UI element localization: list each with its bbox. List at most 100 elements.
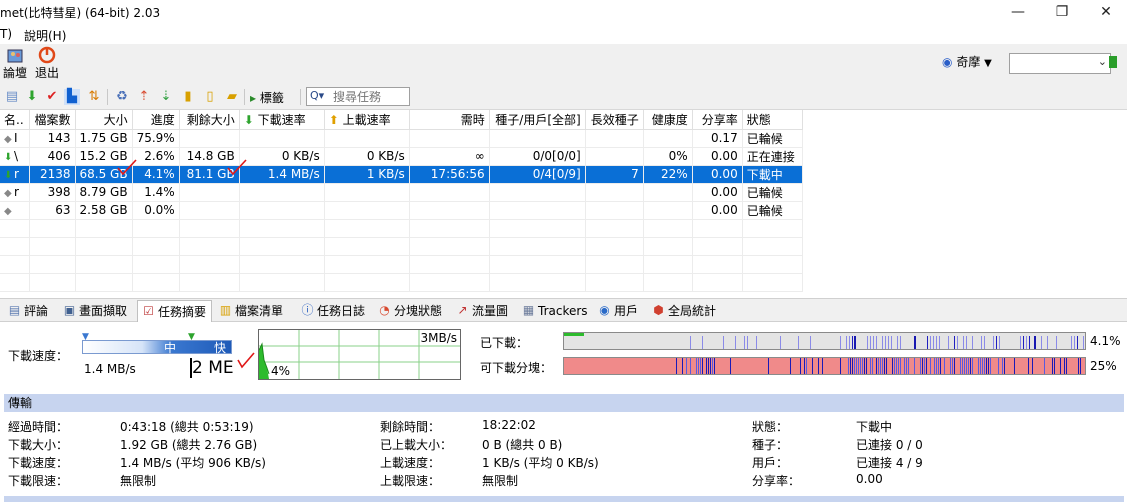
piece-stripe xyxy=(810,336,811,349)
col-status[interactable]: 狀態 xyxy=(742,110,803,130)
cell-down-rate: 0 KB/s xyxy=(239,147,325,166)
piece-stripe xyxy=(852,336,853,349)
bar-view-icon[interactable]: ▙ xyxy=(64,89,80,105)
piece-stripe xyxy=(984,336,985,349)
download-icon[interactable]: ⬇ xyxy=(24,89,40,105)
tab-info[interactable]: ⓘ 任務日誌 xyxy=(297,300,371,322)
tab-file-list[interactable]: ▥ 檔案清單 xyxy=(215,300,294,322)
piece-stripe xyxy=(702,336,703,349)
piece-stripe xyxy=(999,336,1000,349)
menu-help[interactable]: 說明(H) xyxy=(24,27,66,44)
exit-button[interactable]: 退出 xyxy=(32,46,62,81)
piece-stripe xyxy=(939,336,940,349)
speed-slider[interactable]: ▼ ▼ 中 快 xyxy=(82,332,232,356)
col-ratio[interactable]: 分享率 xyxy=(692,110,743,130)
piece-stripe xyxy=(882,358,883,374)
tags-button[interactable]: ▸ 標籤 xyxy=(250,89,284,106)
available-bar xyxy=(563,357,1086,375)
piece-stripe xyxy=(866,358,867,374)
portal-button[interactable]: ◉ 奇摩 ▼ xyxy=(942,53,992,70)
cell-eta xyxy=(409,183,490,202)
menu-tools[interactable]: T) xyxy=(0,27,12,41)
sort-icon[interactable]: ⇅ xyxy=(86,89,102,105)
piece-stripe xyxy=(948,336,949,349)
col-size[interactable]: 大小 xyxy=(75,110,133,130)
maximize-button[interactable]: ❐ xyxy=(1039,0,1085,24)
col-eta[interactable]: 需時 xyxy=(409,110,490,130)
slider-thumb-icon[interactable]: ▼ xyxy=(188,332,195,342)
piece-stripe xyxy=(880,358,881,374)
file-open-icon[interactable]: ▯ xyxy=(202,89,218,105)
tab-label: 全局統計 xyxy=(668,304,717,318)
task-search[interactable]: Q▾ xyxy=(306,87,410,106)
up-arrow-icon: ⬆ xyxy=(328,112,339,127)
piece-stripe xyxy=(676,358,677,374)
task-search-input[interactable] xyxy=(333,89,409,104)
new-task-icon[interactable]: ▤ xyxy=(4,89,20,105)
table-row[interactable]: ◆ I 143 1.75 GB 75.9% 0.17 已輪候 xyxy=(0,129,803,148)
piece-stripe xyxy=(884,358,885,374)
piece-stripe xyxy=(962,358,963,374)
cell-remaining xyxy=(179,201,240,220)
go-button[interactable] xyxy=(1109,56,1117,68)
piece-stripe xyxy=(1014,358,1015,374)
col-name[interactable]: 名.. xyxy=(0,110,30,130)
piece-stripe xyxy=(998,358,999,374)
portal-search-input[interactable]: ⌄ xyxy=(1009,53,1111,74)
tab-label: 畫面擷取 xyxy=(79,304,128,318)
tab-comment[interactable]: ▤ 評論 xyxy=(4,300,56,322)
col-health[interactable]: 健康度 xyxy=(643,110,693,130)
piece-stripe xyxy=(878,358,879,374)
tab-stats[interactable]: ⬢ 全局統計 xyxy=(648,300,726,322)
col-long-seeds[interactable]: 長效種子 xyxy=(585,110,644,130)
piece-stripe xyxy=(980,358,981,374)
tab-globe[interactable]: ◉ 用戶 xyxy=(594,300,645,322)
tab-chart[interactable]: ↗ 流量圖 xyxy=(452,300,515,322)
forum-button[interactable]: 論壇 xyxy=(0,46,30,81)
file-icon[interactable]: ▮ xyxy=(180,89,196,105)
col-files[interactable]: 檔案數 xyxy=(29,110,76,130)
tab-screenshot[interactable]: ▣ 畫面擷取 xyxy=(59,300,134,322)
piece-stripe xyxy=(1026,336,1027,349)
piece-stripe xyxy=(936,336,937,349)
queued-icon: ◆ xyxy=(4,134,12,145)
cell-up-rate: 0 KB/s xyxy=(324,147,410,166)
cell-name: ⬇ \ xyxy=(0,147,30,166)
cell-ratio: 0.00 xyxy=(692,147,743,166)
table-row[interactable]: ◆ 63 2.58 GB 0.0% 0.00 已輪候 xyxy=(0,201,803,220)
piece-stripe xyxy=(876,358,877,374)
piece-stripe xyxy=(818,358,819,374)
transfer-section-header: 傳輸 xyxy=(4,394,1124,412)
move-up-icon[interactable]: ⇡ xyxy=(136,89,152,105)
recycle-icon[interactable]: ♻ xyxy=(114,89,130,105)
piece-stripe xyxy=(848,358,849,374)
window-title: met(比特彗星) (64-bit) 2.03 xyxy=(0,6,161,20)
col-down-rate[interactable]: ⬇ 下載速率 xyxy=(239,110,325,130)
info-value: 無限制 xyxy=(482,474,519,488)
close-button[interactable]: ✕ xyxy=(1083,0,1127,24)
cell-name: ◆ xyxy=(0,201,30,220)
table-row[interactable]: ◆ r 398 8.79 GB 1.4% 0.00 已輪候 xyxy=(0,183,803,202)
info-label: 下載速度： xyxy=(8,456,69,470)
tab-pie[interactable]: ◔ 分塊狀態 xyxy=(374,300,449,322)
piece-stripe xyxy=(996,336,997,349)
piece-stripe xyxy=(798,336,799,349)
col-progress[interactable]: 進度 xyxy=(132,110,180,130)
file-properties-icon[interactable]: ▰ xyxy=(224,89,240,105)
available-label: 可下載分塊： xyxy=(480,361,553,375)
checkmark-icon[interactable]: ✔ xyxy=(44,89,60,105)
graph-max-label: 3MB/s xyxy=(420,331,457,345)
col-seeds[interactable]: 種子/用戶[全部] xyxy=(489,110,586,130)
info-value: 18:22:02 xyxy=(482,418,536,432)
col-up-rate[interactable]: ⬆ 上載速率 xyxy=(324,110,410,130)
cell-health xyxy=(643,129,693,148)
piece-stripe xyxy=(756,336,757,349)
tab-summary[interactable]: ☑ 任務摘要 xyxy=(137,300,212,323)
info-label: 下載限速： xyxy=(8,474,69,488)
speed-limit-display[interactable]: 2 ME xyxy=(190,358,234,378)
minimize-button[interactable]: — xyxy=(995,0,1041,24)
tracker-icon: ▦ xyxy=(522,303,535,317)
move-down-icon[interactable]: ⇣ xyxy=(158,89,174,105)
col-remaining[interactable]: 剩餘大小 xyxy=(179,110,240,130)
tab-tracker[interactable]: ▦ Trackers xyxy=(518,300,591,322)
